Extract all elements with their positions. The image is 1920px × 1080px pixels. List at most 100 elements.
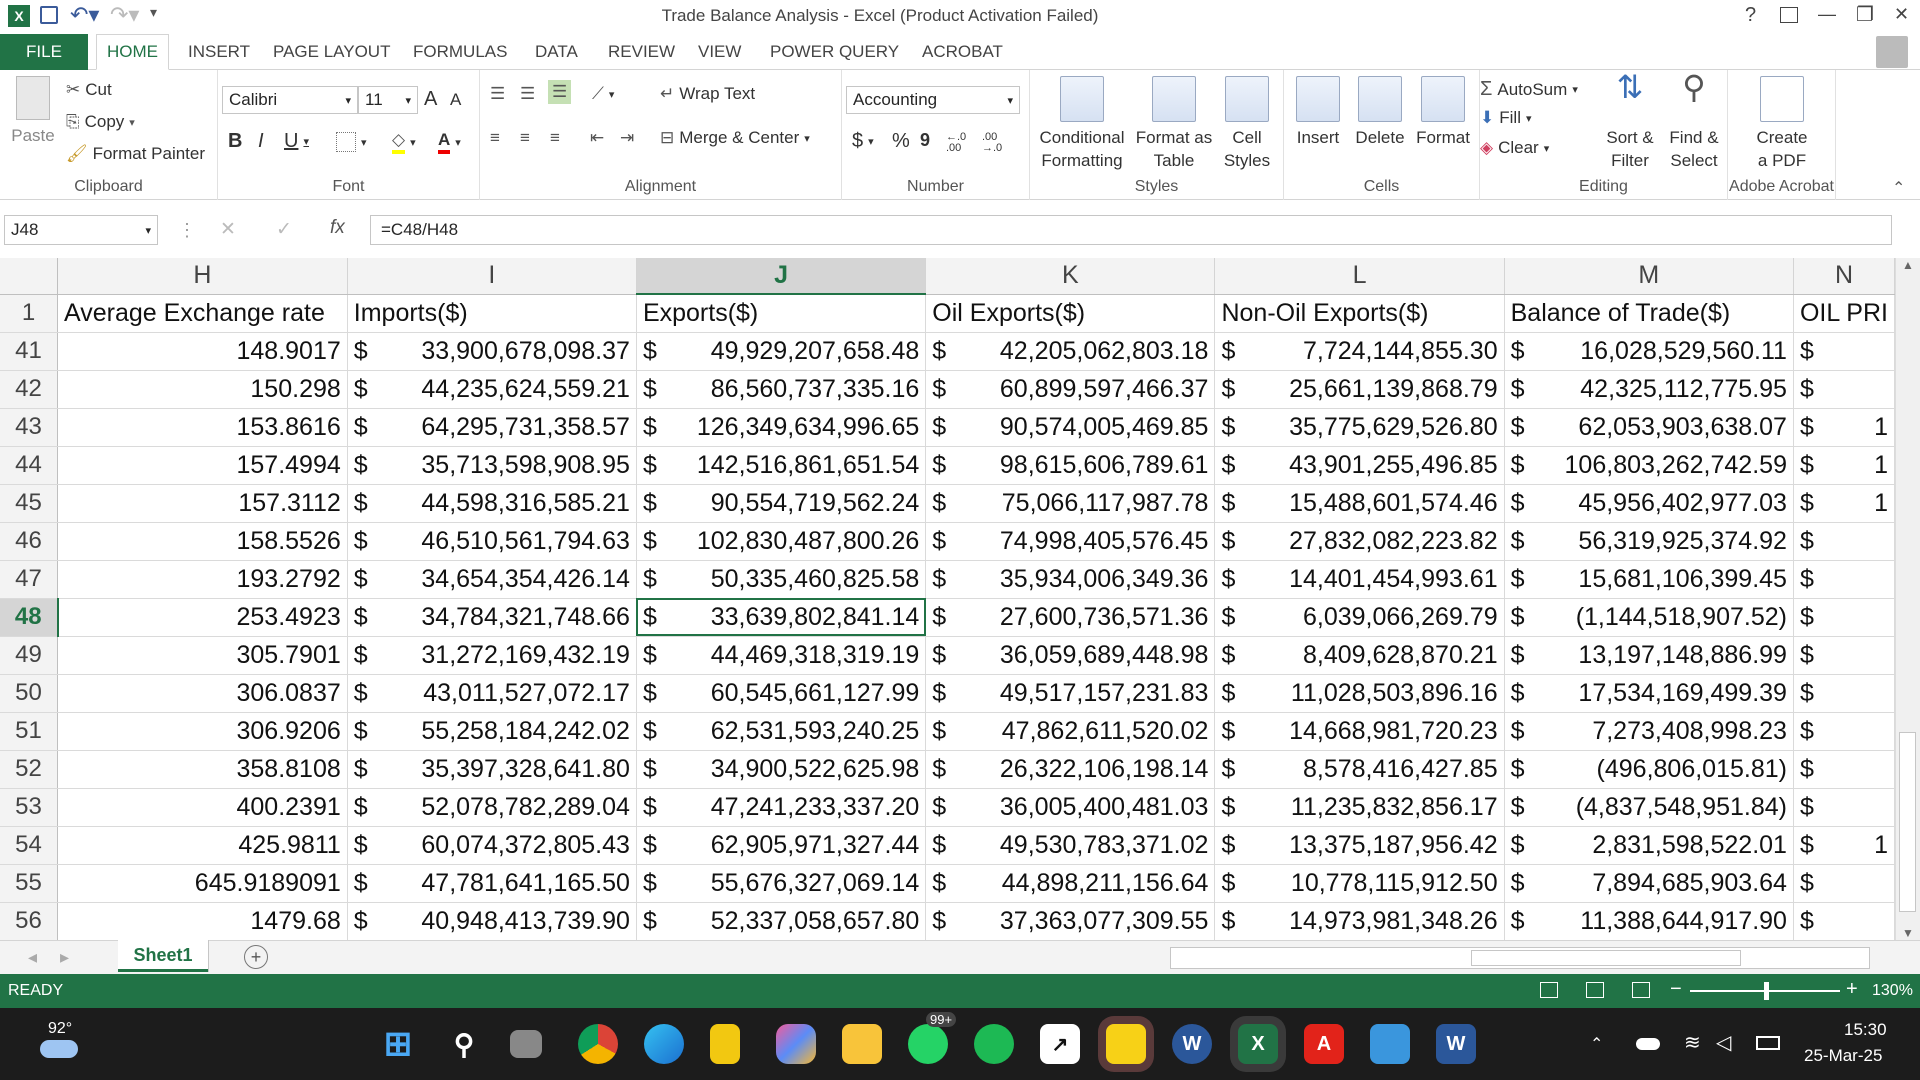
format-as-table-button[interactable]: Format as Table — [1132, 76, 1216, 172]
currency-cell[interactable]: $ (496,806,015.81) — [1504, 750, 1794, 789]
row-header[interactable]: 43 — [0, 408, 59, 447]
currency-cell[interactable]: $16,028,529,560.11 — [1504, 332, 1794, 371]
fill-button[interactable]: ⬇ Fill ▾ — [1480, 108, 1532, 128]
stocks-icon[interactable]: ↗ — [1040, 1024, 1080, 1064]
header-cell[interactable]: Non-Oil Exports($) — [1214, 294, 1505, 333]
battery-icon[interactable] — [1756, 1036, 1780, 1050]
currency-cell[interactable]: $62,905,971,327.44 — [636, 826, 927, 865]
scroll-down-icon[interactable]: ▼ — [1896, 926, 1920, 940]
row-header[interactable]: 50 — [0, 674, 59, 713]
currency-cell[interactable]: $90,574,005,469.85 — [925, 408, 1216, 447]
currency-cell[interactable]: $35,397,328,641.80 — [347, 750, 637, 789]
currency-cell[interactable]: $14,401,454,993.61 — [1214, 560, 1505, 599]
align-center-button[interactable]: ≡ — [520, 128, 530, 148]
clock-time[interactable]: 15:30 — [1844, 1020, 1887, 1040]
currency-cell[interactable]: $27,832,082,223.82 — [1214, 522, 1505, 561]
currency-cell[interactable]: $45,956,402,977.03 — [1504, 484, 1794, 523]
currency-cell[interactable]: $8,578,416,427.85 — [1214, 750, 1505, 789]
currency-cell[interactable]: $102,830,487,800.26 — [636, 522, 927, 561]
insert-cells-button[interactable]: Insert — [1288, 76, 1348, 149]
currency-cell[interactable]: $13,375,187,956.42 — [1214, 826, 1505, 865]
oil-price-cell[interactable]: $ — [1793, 598, 1895, 637]
increase-indent-button[interactable]: ⇥ — [620, 128, 634, 148]
currency-cell[interactable]: $60,899,597,466.37 — [925, 370, 1216, 409]
font-color-button[interactable]: A ▾ — [438, 130, 461, 154]
exchange-rate-cell[interactable]: 253.4923 — [57, 598, 348, 637]
clear-button[interactable]: ◈ Clear ▾ — [1480, 138, 1549, 158]
row-header[interactable]: 49 — [0, 636, 59, 675]
column-header-n[interactable]: N — [1793, 258, 1895, 295]
page-layout-view-icon[interactable] — [1586, 982, 1604, 998]
currency-cell[interactable]: $50,335,460,825.58 — [636, 560, 927, 599]
normal-view-icon[interactable] — [1540, 982, 1558, 998]
header-cell[interactable]: Imports($) — [347, 294, 637, 333]
currency-cell[interactable]: $44,898,211,156.64 — [925, 864, 1216, 903]
column-header-k[interactable]: K — [925, 258, 1216, 295]
notepad-icon[interactable] — [1370, 1024, 1410, 1064]
collapse-ribbon-icon[interactable]: ⌃ — [1892, 178, 1905, 198]
currency-cell[interactable]: $15,488,601,574.46 — [1214, 484, 1505, 523]
currency-cell[interactable]: $14,973,981,348.26 — [1214, 902, 1505, 940]
clock-date[interactable]: 25-Mar-25 — [1804, 1046, 1882, 1066]
decrease-decimal-button[interactable]: .00 →.0 — [982, 132, 1014, 154]
exchange-rate-cell[interactable]: 358.8108 — [57, 750, 348, 789]
word-online-icon[interactable]: W — [1172, 1024, 1212, 1064]
undo-icon[interactable]: ↶▾ — [70, 2, 99, 28]
page-break-view-icon[interactable] — [1632, 982, 1650, 998]
comma-button[interactable]: 9 — [920, 130, 930, 151]
currency-cell[interactable]: $62,053,903,638.07 — [1504, 408, 1794, 447]
currency-cell[interactable]: $49,530,783,371.02 — [925, 826, 1216, 865]
search-icon[interactable]: ⚲ — [444, 1024, 484, 1064]
exchange-rate-cell[interactable]: 157.3112 — [57, 484, 348, 523]
currency-cell[interactable]: $2,831,598,522.01 — [1504, 826, 1794, 865]
currency-cell[interactable]: $49,929,207,658.48 — [636, 332, 927, 371]
delete-cells-button[interactable]: Delete — [1350, 76, 1410, 149]
row-header[interactable]: 54 — [0, 826, 59, 865]
currency-cell[interactable]: $106,803,262,742.59 — [1504, 446, 1794, 485]
currency-cell[interactable]: $34,784,321,748.66 — [347, 598, 637, 637]
currency-cell[interactable]: $7,273,408,998.23 — [1504, 711, 1794, 751]
cut-button[interactable]: ✂ Cut — [66, 80, 112, 100]
oil-price-cell[interactable]: $ — [1793, 788, 1895, 827]
currency-cell[interactable]: $26,322,106,198.14 — [925, 750, 1216, 789]
tab-review[interactable]: REVIEW — [608, 34, 675, 70]
cell-grid[interactable]: HIJKLMN 1 Average Exchange rate Imports($)… — [0, 258, 1895, 940]
currency-cell[interactable]: $11,235,832,856.17 — [1214, 788, 1505, 827]
currency-cell[interactable]: $33,900,678,098.37 — [347, 332, 637, 371]
scroll-up-icon[interactable]: ▲ — [1896, 258, 1920, 272]
currency-cell[interactable]: $49,517,157,231.83 — [925, 674, 1216, 713]
currency-cell[interactable]: $6,039,066,269.79 — [1214, 598, 1505, 637]
exchange-rate-cell[interactable]: 425.9811 — [57, 826, 348, 865]
zoom-slider[interactable] — [1690, 982, 1840, 1000]
currency-cell[interactable]: $10,778,115,912.50 — [1214, 864, 1505, 903]
chevron-up-icon[interactable]: ⌃ — [1590, 1034, 1603, 1054]
currency-cell[interactable]: $27,600,736,571.36 — [925, 598, 1216, 637]
row-header[interactable]: 44 — [0, 446, 59, 485]
currency-cell[interactable]: $35,934,006,349.36 — [925, 560, 1216, 599]
row-header[interactable]: 47 — [0, 560, 59, 599]
spotify-icon[interactable] — [974, 1024, 1014, 1064]
currency-cell[interactable]: $74,998,405,576.45 — [925, 522, 1216, 561]
currency-cell[interactable]: $34,654,354,426.14 — [347, 560, 637, 599]
sort-filter-button[interactable]: ⇅ Sort & Filter — [1598, 71, 1662, 172]
formula-input[interactable]: =C48/H48 — [370, 215, 1892, 245]
column-header-h[interactable]: H — [57, 258, 348, 295]
oil-price-cell[interactable]: $1 — [1793, 408, 1895, 447]
wrap-text-button[interactable]: ↵ Wrap Text — [660, 84, 755, 104]
currency-cell[interactable]: $90,554,719,562.24 — [636, 484, 927, 523]
conditional-formatting-button[interactable]: Conditional Formatting — [1032, 76, 1132, 172]
currency-cell[interactable]: $7,894,685,903.64 — [1504, 864, 1794, 903]
acrobat-icon[interactable]: A — [1304, 1024, 1344, 1064]
exchange-rate-cell[interactable]: 193.2792 — [57, 560, 348, 599]
exchange-rate-cell[interactable]: 306.0837 — [57, 674, 348, 713]
oil-price-cell[interactable]: $ — [1793, 522, 1895, 561]
currency-cell[interactable]: $35,713,598,908.95 — [347, 446, 637, 485]
copilot-icon[interactable] — [776, 1024, 816, 1064]
currency-cell[interactable]: $46,510,561,794.63 — [347, 522, 637, 561]
sticky-notes-icon[interactable] — [1106, 1024, 1146, 1064]
currency-cell[interactable]: $11,028,503,896.16 — [1214, 674, 1505, 713]
column-header-i[interactable]: I — [347, 258, 637, 295]
row-header[interactable]: 46 — [0, 522, 59, 561]
currency-cell[interactable]: $64,295,731,358.57 — [347, 408, 637, 447]
currency-cell[interactable]: $43,901,255,496.85 — [1214, 446, 1505, 485]
